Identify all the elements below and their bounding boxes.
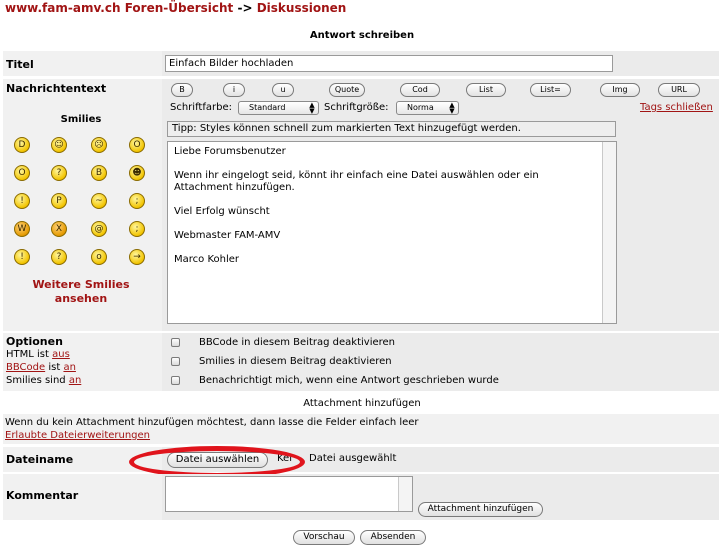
bbcode-button[interactable]: URL — [658, 83, 700, 97]
add-attachment-button[interactable]: Attachment hinzufügen — [418, 502, 543, 517]
crying-icon[interactable]: ; — [129, 193, 145, 209]
bbcode-button[interactable]: B — [171, 83, 193, 97]
option-checkbox[interactable] — [171, 357, 180, 366]
message-line: Liebe Forumsbenutzer — [174, 146, 286, 157]
message-line: Attachment hinzufügen. — [174, 182, 295, 193]
title-label: Titel — [6, 58, 34, 71]
message-line: Webmaster FAM-AMV — [174, 230, 281, 241]
option-checkbox[interactable] — [171, 376, 180, 385]
bbcode-button[interactable]: Cod — [400, 83, 440, 97]
font-color-select[interactable]: Standard ▲ ▼ — [238, 101, 319, 115]
question-icon[interactable]: ? — [51, 249, 67, 265]
attachment-heading: Attachment hinzufügen — [303, 398, 421, 409]
rolling-eyes-icon[interactable]: @ — [91, 221, 107, 237]
attachment-info-row: Wenn du kein Attachment hinzufügen möcht… — [3, 414, 719, 444]
surprised-icon[interactable]: O — [129, 137, 145, 153]
happy-icon[interactable]: ☺ — [51, 137, 67, 153]
mad-icon[interactable]: ! — [14, 193, 30, 209]
breadcrumb: www.fam-amv.ch Foren-Übersicht -> Diskus… — [5, 1, 346, 15]
message-label: Nachrichtentext — [6, 82, 107, 95]
bbcode-button[interactable]: List — [466, 83, 506, 97]
title-row: Titel — [3, 51, 719, 76]
bbcode-button[interactable]: i — [223, 83, 245, 97]
confused-icon[interactable]: ? — [51, 165, 67, 181]
select-arrows-icon: ▲ ▼ — [449, 101, 455, 115]
tip-text: Tipp: Styles können schnell zum markiert… — [167, 121, 616, 137]
twisted-evil-icon[interactable]: X — [51, 221, 67, 237]
smilies-status-link[interactable]: an — [69, 375, 81, 386]
filename-row: Dateiname Datei auswählen Kei Datei ausg… — [3, 447, 719, 472]
option-checkbox[interactable] — [171, 338, 180, 347]
site-link[interactable]: www.fam-amv.ch — [5, 1, 121, 15]
more-smilies-link[interactable]: Weitere Smilies ansehen — [3, 278, 159, 306]
razz-icon[interactable]: P — [51, 193, 67, 209]
comment-scrollbar[interactable] — [398, 477, 412, 511]
message-line: Viel Erfolg wünscht — [174, 206, 270, 217]
message-line — [174, 194, 610, 206]
options-heading: Optionen — [6, 335, 63, 348]
options-row: Optionen HTML ist aus BBCode ist an Smil… — [3, 333, 719, 391]
smilies-status: Smilies sind an — [6, 375, 82, 386]
comment-textarea[interactable] — [165, 476, 413, 512]
textarea-scrollbar[interactable] — [602, 142, 616, 323]
shocked-icon[interactable]: O — [14, 165, 30, 181]
bbcode-link[interactable]: BBCode — [6, 362, 45, 373]
option-label: Benachrichtigt mich, wenn eine Antwort g… — [199, 375, 499, 386]
message-line — [174, 158, 610, 170]
select-arrows-icon: ▲ ▼ — [309, 101, 315, 115]
option-label: BBCode in diesem Beitrag deaktivieren — [199, 337, 396, 348]
attachment-info: Wenn du kein Attachment hinzufügen möcht… — [5, 417, 419, 428]
submit-button[interactable]: Absenden — [360, 530, 426, 545]
html-status: HTML ist aus — [6, 349, 70, 360]
arrow-icon[interactable]: → — [129, 249, 145, 265]
html-status-link[interactable]: aus — [52, 349, 70, 360]
form-title: Antwort schreiben — [309, 30, 415, 41]
bbcode-status: BBCode ist an — [6, 362, 76, 373]
font-color-label: Schriftfarbe: — [170, 102, 232, 113]
font-size-label: Schriftgröße: — [324, 102, 389, 113]
filename-label: Dateiname — [6, 453, 74, 466]
evil-icon[interactable]: W — [14, 221, 30, 237]
smilies-heading: Smilies — [60, 114, 102, 125]
message-line: Marco Kohler — [174, 254, 239, 265]
message-line: Wenn ihr eingelogt seid, könnt ihr einfa… — [174, 170, 539, 181]
preview-button[interactable]: Vorschau — [293, 530, 355, 545]
allowed-extensions-link[interactable]: Erlaubte Dateierweiterungen — [5, 430, 150, 441]
comment-label: Kommentar — [6, 489, 79, 502]
message-line — [174, 242, 610, 254]
current-forum-link[interactable]: Diskussionen — [257, 1, 347, 15]
option-label: Smilies in diesem Beitrag deaktivieren — [199, 356, 392, 367]
wink-icon[interactable]: ; — [129, 221, 145, 237]
comment-row: Kommentar Attachment hinzufügen — [3, 474, 719, 520]
bbcode-button[interactable]: u — [272, 83, 294, 97]
title-input[interactable] — [165, 55, 613, 72]
breadcrumb-separator: -> — [237, 1, 253, 15]
grin-icon[interactable]: D — [14, 137, 30, 153]
embarrassed-icon[interactable]: ~ — [91, 193, 107, 209]
idea-icon[interactable]: o — [91, 249, 107, 265]
bbcode-button[interactable]: Quote — [329, 83, 365, 97]
close-tags-link[interactable]: Tags schließen — [640, 102, 713, 113]
message-line — [174, 218, 610, 230]
no-file-text: Datei ausgewählt — [309, 453, 397, 464]
bbcode-button[interactable]: List= — [530, 83, 571, 97]
forum-overview-link[interactable]: Foren-Übersicht — [125, 1, 234, 15]
message-textarea[interactable]: Liebe Forumsbenutzer Wenn ihr eingelogt s… — [167, 141, 617, 324]
message-row: Nachrichtentext Smilies D ☺ ☹ O O? B ☻! P ~; W X @;… — [3, 79, 719, 331]
font-size-select[interactable]: Norma ▲ ▼ — [396, 101, 459, 115]
bbcode-status-link[interactable]: an — [63, 362, 75, 373]
bbcode-button[interactable]: Img — [600, 83, 640, 97]
cool-icon[interactable]: B — [91, 165, 107, 181]
exclaim-icon[interactable]: ! — [14, 249, 30, 265]
laughing-icon[interactable]: ☻ — [129, 165, 145, 181]
sad-icon[interactable]: ☹ — [91, 137, 107, 153]
